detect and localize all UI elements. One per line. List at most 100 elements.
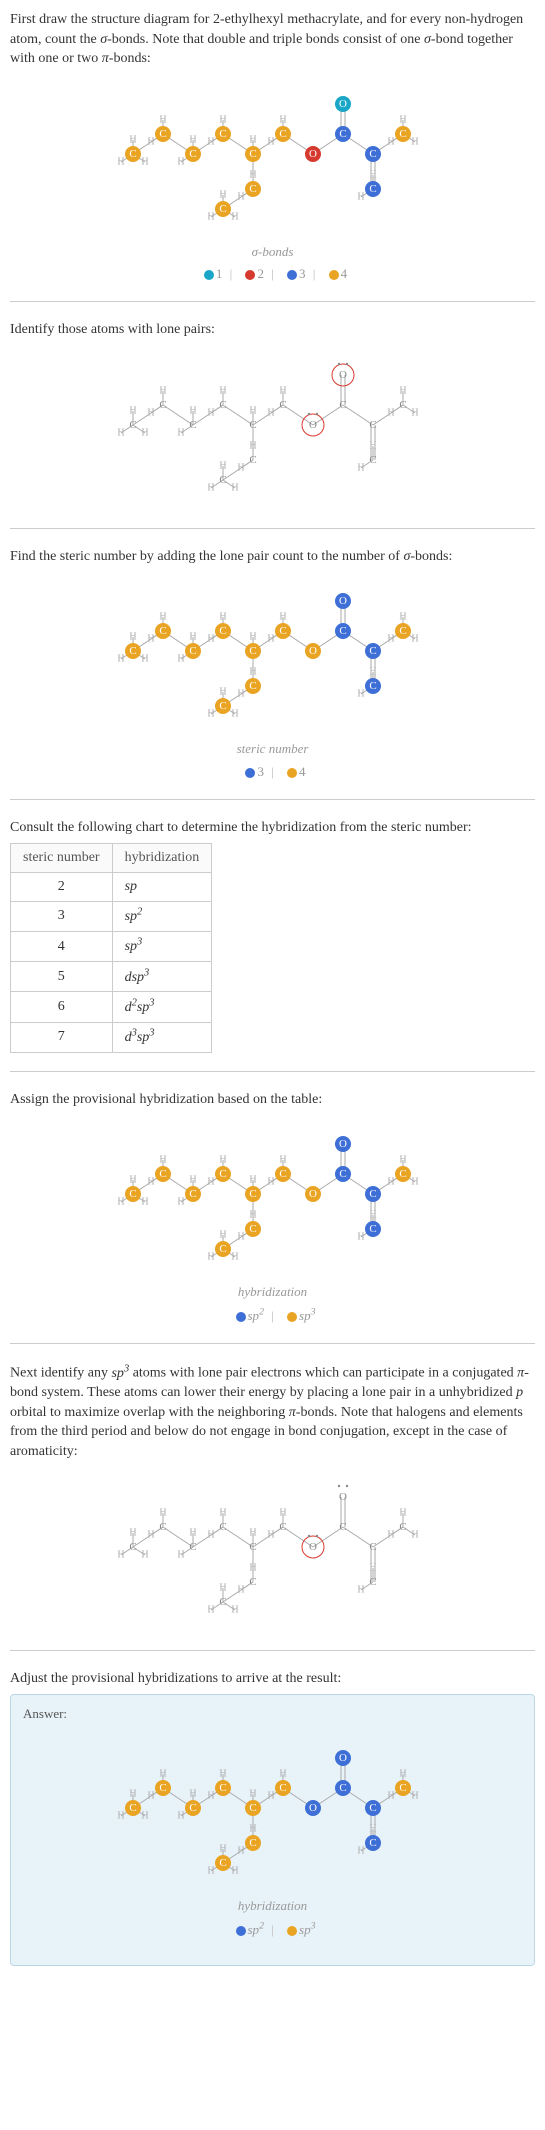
separator [10,1343,535,1344]
svg-text:H: H [237,1584,244,1595]
separator [10,799,535,800]
th-hyb: hybridization [112,844,212,873]
svg-text:H: H [177,1811,184,1822]
svg-text:C: C [189,1541,196,1553]
table-row: 7d3sp3 [11,1022,212,1052]
svg-text:C: C [219,1782,226,1794]
svg-text:H: H [141,654,148,665]
svg-text:H: H [147,1529,154,1540]
svg-text:H: H [129,134,136,145]
svg-text:H: H [207,1791,214,1802]
svg-text:C: C [219,1521,226,1533]
svg-text:H: H [147,1177,154,1188]
svg-text:H: H [207,211,214,222]
svg-text:H: H [231,211,238,222]
svg-text:H: H [189,632,196,643]
svg-text:H: H [219,687,226,698]
svg-text:C: C [369,1223,376,1235]
svg-text:H: H [141,1197,148,1208]
svg-text:H: H [399,612,406,623]
svg-text:H: H [369,1210,376,1221]
table-row: 6d2sp3 [11,992,212,1022]
svg-text:C: C [129,645,136,657]
svg-text:H: H [249,667,256,678]
svg-text:C: C [399,625,406,637]
svg-text:C: C [249,645,256,657]
svg-text:H: H [387,136,394,147]
svg-text:H: H [279,1769,286,1780]
svg-text:H: H [369,667,376,678]
svg-text:O: O [339,1491,347,1503]
svg-text:C: C [189,1802,196,1814]
svg-text:C: C [129,148,136,160]
molecule-prov-svg: HHHHHHHHHHHHHHHHHHHHHHCCCCCCOCOCCCCC [103,1119,443,1279]
leg7-1: sp2 [248,1922,264,1937]
sigma-legend: σ-bonds 1 | 2 | 3 | 4 [10,243,535,283]
svg-text:H: H [159,1507,166,1518]
dot-cyan [204,270,214,280]
sigma-bonds-diagram: HHHHHHHHHHHHHHHHHHHHHHCCCCCCOCOCCCCC σ-b… [10,79,535,283]
leg5-2: sp3 [299,1308,315,1323]
result-paragraph: Adjust the provisional hybridizations to… [10,1669,535,1689]
prov-paragraph: Assign the provisional hybridization bas… [10,1090,535,1110]
svg-text:H: H [189,134,196,145]
svg-text:H: H [369,169,376,180]
svg-text:C: C [159,1168,166,1180]
svg-text:H: H [219,189,226,200]
svg-text:H: H [267,407,274,418]
svg-text:H: H [219,1507,226,1518]
svg-text:H: H [399,1507,406,1518]
svg-text:C: C [249,419,256,431]
cell-hyb: sp3 [112,931,212,961]
svg-text:C: C [399,1168,406,1180]
pi-3: π [289,1405,296,1420]
svg-text:H: H [159,114,166,125]
cell-steric: 5 [11,962,113,992]
svg-text:C: C [159,1521,166,1533]
svg-text:H: H [249,169,256,180]
svg-text:C: C [249,1223,256,1235]
cell-hyb: dsp3 [112,962,212,992]
svg-text:C: C [339,1521,346,1533]
svg-text:H: H [117,1549,124,1560]
svg-text:C: C [129,1541,136,1553]
dot-blue [236,1926,246,1936]
svg-text:C: C [129,1802,136,1814]
prov-diagram: HHHHHHHHHHHHHHHHHHHHHHCCCCCCOCOCCCCC hyb… [10,1119,535,1325]
p3-a: Find the steric number by adding the lon… [10,549,403,564]
steric-diagram: HHHHHHHHHHHHHHHHHHHHHHCCCCCCOCOCCCCC ste… [10,576,535,780]
svg-text:C: C [249,454,256,466]
p-orb: p [516,1385,523,1400]
svg-text:H: H [267,1529,274,1540]
table-row: 2sp [11,872,212,901]
svg-text:C: C [159,399,166,411]
svg-text:C: C [369,183,376,195]
svg-text:C: C [339,625,346,637]
dot-orange [329,270,339,280]
svg-text:C: C [189,645,196,657]
svg-text:H: H [411,1529,418,1540]
svg-text:H: H [249,632,256,643]
svg-text:H: H [207,407,214,418]
svg-text:H: H [387,1529,394,1540]
svg-text:H: H [207,634,214,645]
svg-text:H: H [117,427,124,438]
svg-text:H: H [159,1769,166,1780]
svg-text:C: C [189,148,196,160]
svg-text:H: H [279,114,286,125]
leg5-1: sp2 [248,1308,264,1323]
dot-blue [236,1312,246,1322]
sp3-text: sp3 [111,1366,129,1381]
prov-legend-title: hybridization [10,1283,535,1301]
svg-text:C: C [219,1596,226,1608]
separator [10,528,535,529]
steric-paragraph: Find the steric number by adding the lon… [10,547,535,567]
svg-text:H: H [177,654,184,665]
svg-text:H: H [231,482,238,493]
svg-text:H: H [117,1197,124,1208]
cell-steric: 2 [11,872,113,901]
leg1-3: 3 [299,266,306,281]
answer-diagram: HHHHHHHHHHHHHHHHHHHHHHCCCCCCOCOCCCCC hyb… [23,1733,522,1939]
svg-text:H: H [219,385,226,396]
svg-text:C: C [189,1188,196,1200]
